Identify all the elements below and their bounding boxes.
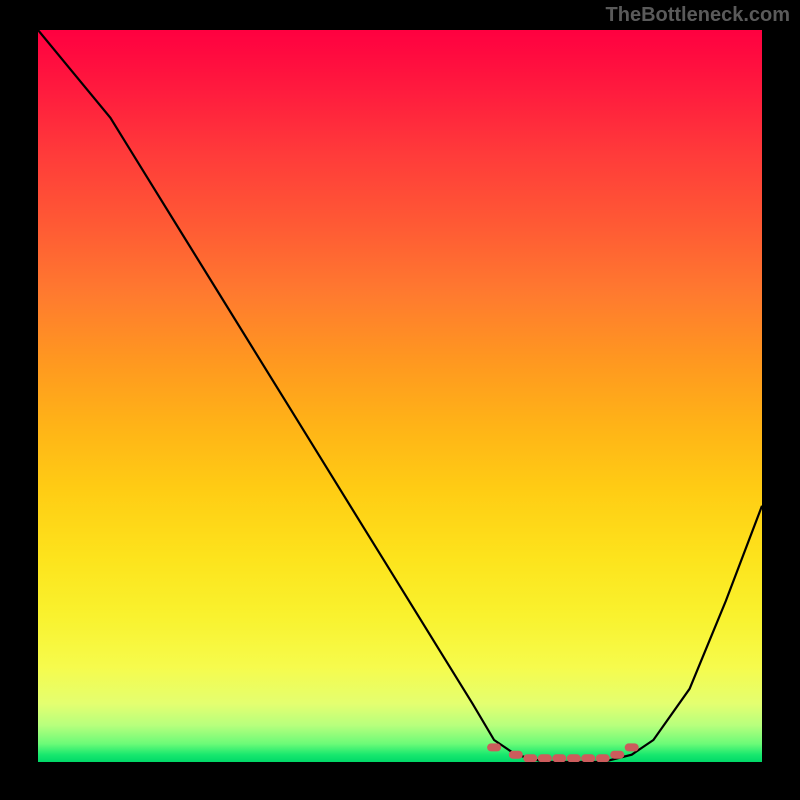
valley-marker	[552, 754, 566, 762]
valley-marker	[625, 743, 639, 751]
chart-svg	[38, 30, 762, 762]
plot-area	[38, 30, 762, 762]
valley-marker	[487, 743, 501, 751]
valley-marker	[523, 754, 537, 762]
valley-marker	[509, 751, 523, 759]
watermark-text: TheBottleneck.com	[606, 4, 790, 27]
valley-marker	[567, 754, 581, 762]
valley-marker	[538, 754, 552, 762]
valley-marker	[581, 754, 595, 762]
bottleneck-curve	[38, 30, 762, 762]
valley-marker	[610, 751, 624, 759]
valley-marker	[596, 754, 610, 762]
